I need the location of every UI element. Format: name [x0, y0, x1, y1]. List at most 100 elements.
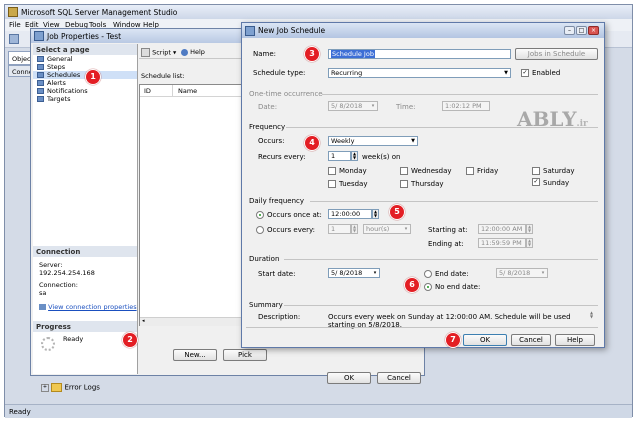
monday-checkbox[interactable] — [328, 167, 336, 175]
saturday-label: Saturday — [543, 167, 575, 175]
occurs-every-label: Occurs every: — [267, 226, 316, 234]
one-time-date-label: Date: — [258, 103, 278, 111]
thursday-checkbox[interactable] — [400, 180, 408, 188]
end-date-value: 5/ 8/2018 — [499, 269, 531, 277]
occurs-once-radio[interactable] — [256, 211, 264, 219]
page-label: Steps — [47, 63, 66, 71]
schedule-type-value: Recurring — [331, 69, 363, 77]
status-bar: Ready — [5, 404, 632, 418]
page-icon — [37, 64, 44, 70]
wednesday-label: Wednesday — [411, 167, 452, 175]
occurs-every-radio[interactable] — [256, 226, 264, 234]
expand-plus-icon[interactable]: + — [41, 383, 49, 392]
start-date-value: 5/ 8/2018 — [331, 269, 363, 277]
connection-header: Connection — [33, 246, 137, 257]
ending-at-spinner[interactable]: ▲ ▼ — [526, 238, 533, 248]
callout-badge-6: 6 — [404, 277, 420, 293]
end-date-radio[interactable] — [424, 270, 432, 278]
new-query-icon[interactable] — [9, 34, 19, 44]
minimize-icon[interactable]: – — [564, 26, 575, 35]
status-text: Ready — [9, 408, 31, 416]
column-name[interactable]: Name — [178, 87, 197, 95]
help-label: Help — [190, 48, 205, 56]
ssms-app-icon — [8, 7, 18, 17]
frequency-header: Frequency — [249, 123, 286, 131]
help-button[interactable]: Help — [181, 48, 205, 56]
name-input-value: Schedule Job — [331, 50, 375, 58]
schedule-ok-button[interactable]: OK — [463, 334, 507, 346]
page-steps[interactable]: Steps — [33, 63, 137, 71]
occurs-every-spinner[interactable]: ▲ ▼ — [351, 224, 358, 234]
job-ok-button[interactable]: OK — [327, 372, 371, 384]
saturday-checkbox[interactable] — [532, 167, 540, 175]
grid-horizontal-scrollbar[interactable]: ◂ — [140, 317, 248, 326]
one-time-date-picker[interactable]: 5/ 8/2018 ▾ — [328, 101, 378, 111]
close-icon[interactable]: × — [588, 26, 599, 35]
occurs-once-time-input[interactable]: 12:00:00 AM — [328, 209, 372, 219]
end-date-picker[interactable]: 5/ 8/2018 ▾ — [496, 268, 548, 278]
script-button[interactable]: Script ▾ — [141, 48, 176, 57]
starting-at-label: Starting at: — [428, 226, 468, 234]
occurs-value: Weekly — [331, 137, 355, 145]
enabled-checkbox[interactable]: ✓ — [521, 69, 529, 77]
new-job-schedule-dialog: New Job Schedule – □ × Name: Schedule Jo… — [241, 22, 605, 348]
view-connection-properties-link[interactable]: View connection properties — [48, 303, 137, 311]
description-scroll-icon[interactable]: ▲ ▼ — [590, 311, 593, 319]
page-notifications[interactable]: Notifications — [33, 87, 137, 95]
page-general[interactable]: General — [33, 55, 137, 63]
ending-at-label: Ending at: — [428, 240, 464, 248]
scroll-left-icon[interactable]: ◂ — [142, 318, 145, 324]
recurs-every-input[interactable]: 1 — [328, 151, 351, 161]
occurs-every-unit-select[interactable]: hour(s) ▾ — [363, 224, 411, 234]
maximize-icon[interactable]: □ — [576, 26, 587, 35]
new-job-schedule-title: New Job Schedule — [258, 26, 326, 35]
tuesday-label: Tuesday — [339, 180, 368, 188]
error-logs-node[interactable]: + Error Logs — [41, 383, 100, 392]
tuesday-checkbox[interactable] — [328, 180, 336, 188]
summary-divider — [284, 305, 598, 306]
schedule-type-select[interactable]: Recurring ▼ — [328, 68, 511, 78]
recurs-unit-label: week(s) on — [362, 153, 401, 161]
chevron-down-icon: ▼ — [411, 138, 415, 144]
job-cancel-button[interactable]: Cancel — [377, 372, 421, 384]
starting-at-spinner[interactable]: ▲ ▼ — [526, 224, 533, 234]
jobs-in-schedule-button[interactable]: Jobs in Schedule — [515, 48, 598, 60]
name-input[interactable]: Schedule Job — [328, 49, 511, 59]
occurs-every-input[interactable]: 1 — [328, 224, 351, 234]
ably-watermark-logo: ABLY.ir — [517, 107, 588, 131]
menu-file[interactable]: File — [9, 21, 21, 29]
folder-icon — [51, 383, 63, 392]
column-id[interactable]: ID — [144, 87, 151, 95]
recurs-every-spinner[interactable]: ▲ ▼ — [351, 151, 358, 161]
monday-label: Monday — [339, 167, 367, 175]
daily-frequency-divider — [310, 201, 598, 202]
one-time-time-input[interactable]: 1:02:12 PM — [442, 101, 490, 111]
starting-at-input[interactable]: 12:00:00 AM — [478, 224, 526, 234]
pick-schedule-button[interactable]: Pick — [223, 349, 267, 361]
schedule-help-button[interactable]: Help — [555, 334, 595, 346]
page-label: Schedules — [47, 71, 81, 79]
occurs-once-label: Occurs once at: — [267, 211, 322, 219]
schedule-icon — [245, 26, 255, 36]
duration-header: Duration — [249, 255, 280, 263]
ending-at-input[interactable]: 11:59:59 PM — [478, 238, 526, 248]
schedule-list-grid[interactable]: ID Name ◂ — [139, 84, 250, 326]
friday-checkbox[interactable] — [466, 167, 474, 175]
select-page-header: Select a page — [33, 44, 137, 55]
page-label: Alerts — [47, 79, 66, 87]
page-targets[interactable]: Targets — [33, 95, 137, 103]
grid-header-divider — [140, 96, 250, 97]
new-schedule-button[interactable]: New... — [173, 349, 217, 361]
occurs-select[interactable]: Weekly ▼ — [328, 136, 418, 146]
start-date-picker[interactable]: 5/ 8/2018 ▾ — [328, 268, 380, 278]
schedule-cancel-button[interactable]: Cancel — [511, 334, 551, 346]
friday-label: Friday — [477, 167, 499, 175]
occurs-every-unit-value: hour(s) — [366, 225, 390, 233]
occurs-once-spinner[interactable]: ▲ ▼ — [372, 209, 379, 219]
watermark-suffix: .ir — [576, 119, 588, 129]
no-end-date-radio[interactable] — [424, 283, 432, 291]
grid-column-divider — [172, 85, 173, 96]
wednesday-checkbox[interactable] — [400, 167, 408, 175]
sunday-checkbox[interactable]: ✓ — [532, 178, 540, 186]
duration-divider — [284, 259, 598, 260]
